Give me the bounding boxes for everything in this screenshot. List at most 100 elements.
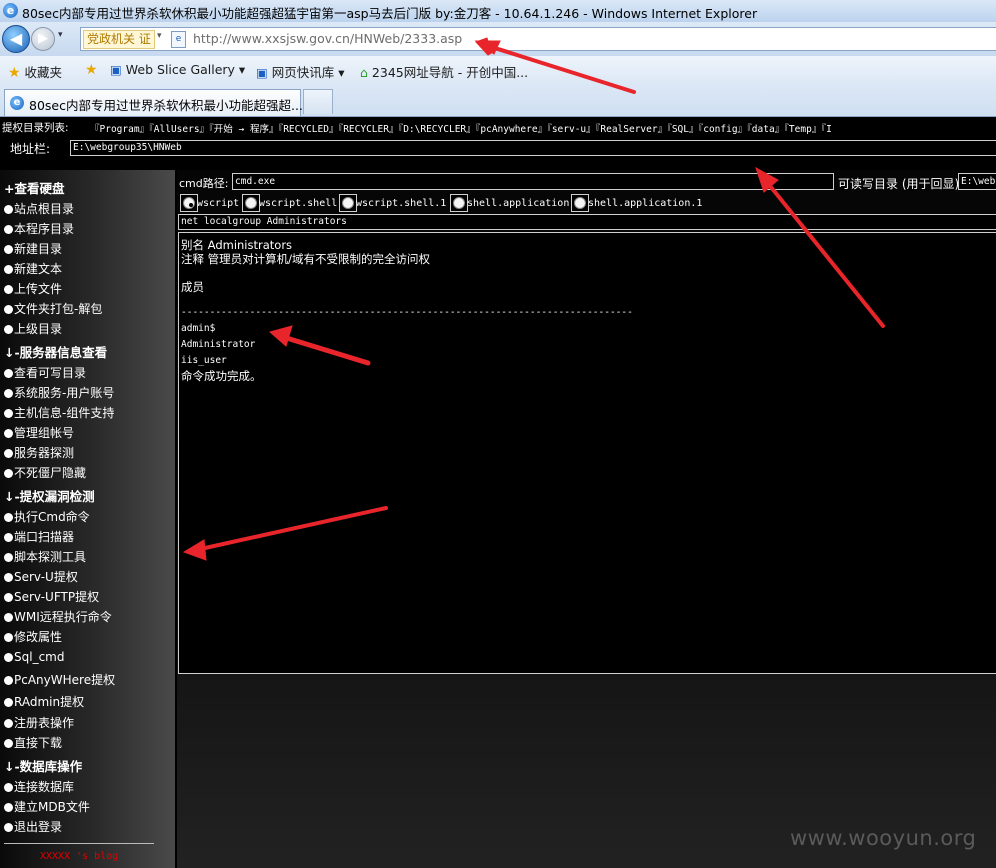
shell-type-radio[interactable] bbox=[242, 194, 260, 212]
sidebar-item-label: Serv-U提权 bbox=[14, 570, 78, 584]
privilege-dir-list: 提权目录列表: 『Program』『AllUsers』『开始 → 程序』『REC… bbox=[0, 117, 996, 135]
history-dropdown-icon[interactable]: ▾ bbox=[58, 30, 63, 40]
section-title: 查看硬盘 bbox=[14, 181, 65, 196]
forward-button[interactable]: ▶ bbox=[31, 27, 55, 51]
favorite-label: Web Slice Gallery ▾ bbox=[125, 62, 246, 77]
sidebar-item-label: 管理组帐号 bbox=[14, 426, 75, 440]
radio-label[interactable]: wscript bbox=[197, 198, 239, 209]
sidebar-item[interactable]: Serv-U提权 bbox=[4, 568, 78, 585]
address-label: 地址栏: bbox=[10, 142, 51, 156]
sidebar-item[interactable]: 系统服务-用户账号 bbox=[4, 384, 114, 401]
sidebar-item[interactable]: 端口扫描器 bbox=[4, 528, 74, 545]
bullet-icon bbox=[4, 633, 13, 642]
add-favorite-icon[interactable]: ★ bbox=[85, 62, 98, 78]
favorite-2345-nav[interactable]: ⌂ 2345网址导航 - 开创中国... bbox=[360, 62, 528, 81]
sidebar-item[interactable]: 执行Cmd命令 bbox=[4, 508, 90, 525]
sidebar-item-label: 建立MDB文件 bbox=[14, 800, 90, 814]
shell-type-radio[interactable] bbox=[180, 194, 198, 212]
sidebar-item-label: Sql_cmd bbox=[14, 650, 65, 664]
sidebar-item[interactable]: 上传文件 bbox=[4, 280, 62, 297]
bullet-icon bbox=[4, 265, 13, 274]
chevron-down-icon[interactable]: ▾ bbox=[157, 31, 162, 41]
window-title: 80sec内部专用过世界杀软休积最小功能超强超猛宇宙第一asp马去后门版 by:… bbox=[22, 6, 758, 21]
sidebar-item[interactable]: 新建目录 bbox=[4, 240, 62, 257]
readwrite-dir-input[interactable]: E:\web bbox=[958, 173, 996, 190]
bullet-icon bbox=[4, 739, 13, 748]
sidebar-item-label: 新建文本 bbox=[14, 262, 63, 276]
command-input[interactable]: net localgroup Administrators bbox=[178, 214, 996, 230]
output-line: 命令成功完成。 bbox=[181, 369, 262, 383]
address-bar[interactable]: 党政机关 证 ▾ e http://www.xxsjsw.gov.cn/HNWe… bbox=[80, 27, 996, 51]
sidebar-item-label: 新建目录 bbox=[14, 242, 63, 256]
sidebar-item[interactable]: 服务器探测 bbox=[4, 444, 74, 461]
bullet-icon bbox=[4, 225, 13, 234]
shell-type-radio[interactable] bbox=[571, 194, 589, 212]
sidebar-item[interactable]: RAdmin提权 bbox=[4, 693, 84, 710]
sidebar-item[interactable]: 建立MDB文件 bbox=[4, 798, 90, 815]
url-text[interactable]: http://www.xxsjsw.gov.cn/HNWeb/2333.asp bbox=[193, 31, 462, 46]
sidebar-item[interactable]: Sql_cmd bbox=[4, 650, 64, 664]
sidebar-item[interactable]: 站点根目录 bbox=[4, 200, 74, 217]
sidebar-item[interactable]: WMI远程执行命令 bbox=[4, 608, 112, 625]
sidebar-item[interactable]: 注册表操作 bbox=[4, 714, 74, 731]
sidebar-item[interactable]: 连接数据库 bbox=[4, 778, 74, 795]
sidebar-item[interactable]: 主机信息-组件支持 bbox=[4, 404, 114, 421]
radio-label[interactable]: shell.application.1 bbox=[588, 198, 702, 209]
sidebar-section-header[interactable]: ↓-服务器信息查看 bbox=[4, 342, 107, 361]
sidebar-item-label: 上级目录 bbox=[14, 322, 63, 336]
sidebar-item-label: 注册表操作 bbox=[14, 716, 75, 730]
favorites-button[interactable]: ★ 收藏夹 bbox=[8, 62, 62, 81]
sidebar-item[interactable]: 直接下载 bbox=[4, 734, 62, 751]
sidebar-item[interactable]: 退出登录 bbox=[4, 818, 62, 835]
radio-label[interactable]: shell.application bbox=[467, 198, 569, 209]
2345-logo-icon: ⌂ bbox=[360, 65, 368, 80]
bullet-icon bbox=[4, 285, 13, 294]
bullet-icon bbox=[4, 533, 13, 542]
shell-type-radio[interactable] bbox=[339, 194, 357, 212]
dir-list-links[interactable]: 『Program』『AllUsers』『开始 → 程序』『RECYCLED』『R… bbox=[90, 121, 832, 135]
sidebar-item[interactable]: PcAnyWHere提权 bbox=[4, 671, 115, 688]
sidebar-section-header[interactable]: ↓-提权漏洞检测 bbox=[4, 486, 95, 505]
sidebar-item[interactable]: 文件夹打包-解包 bbox=[4, 300, 102, 317]
cmd-path-input[interactable]: cmd.exe bbox=[232, 173, 834, 190]
radio-label[interactable]: wscript.shell.1 bbox=[356, 198, 446, 209]
gov-certification-badge[interactable]: 党政机关 证 bbox=[83, 30, 155, 49]
bullet-icon bbox=[4, 245, 13, 254]
bullet-icon bbox=[4, 653, 13, 662]
readwrite-dir-label: 可读写目录 (用于回显) bbox=[838, 177, 960, 191]
tab-current-page[interactable]: e 80sec内部专用过世界杀软休积最小功能超强超... bbox=[4, 89, 303, 116]
radio-label[interactable]: wscript.shell bbox=[259, 198, 337, 209]
sidebar-item-label: 上传文件 bbox=[14, 282, 63, 296]
arrow-down-icon: ↓ bbox=[4, 345, 15, 360]
sidebar-item[interactable]: 修改属性 bbox=[4, 628, 62, 645]
sidebar-item[interactable]: 管理组帐号 bbox=[4, 424, 74, 441]
sidebar-item[interactable]: Serv-UFTP提权 bbox=[4, 588, 99, 605]
sidebar-section-header[interactable]: ↓-数据库操作 bbox=[4, 756, 82, 775]
output-line: 注释 管理员对计算机/域有不受限制的完全访问权 bbox=[181, 252, 431, 266]
favorite-web-feed-library[interactable]: ▣ 网页快讯库 ▾ bbox=[256, 62, 345, 81]
sidebar-section-header[interactable]: +查看硬盘 bbox=[4, 178, 65, 197]
blog-link[interactable]: XXXXX 's blog bbox=[40, 851, 118, 862]
output-line: 成员 bbox=[181, 280, 204, 294]
sidebar-item[interactable]: 本程序目录 bbox=[4, 220, 74, 237]
sidebar-item[interactable]: 新建文本 bbox=[4, 260, 62, 277]
output-line: admin$ bbox=[181, 323, 216, 334]
favorite-web-slice-gallery[interactable]: ▣ Web Slice Gallery ▾ bbox=[110, 62, 245, 77]
address-input[interactable]: E:\webgroup35\HNWeb bbox=[70, 140, 996, 156]
shell-type-radio[interactable] bbox=[450, 194, 468, 212]
sidebar-item[interactable]: 上级目录 bbox=[4, 320, 62, 337]
new-tab-button[interactable] bbox=[303, 89, 333, 114]
bullet-icon bbox=[4, 305, 13, 314]
sidebar-item-label: 直接下载 bbox=[14, 736, 63, 750]
sidebar-item[interactable]: 不死僵尸隐藏 bbox=[4, 464, 86, 481]
back-button[interactable]: ◀ bbox=[2, 25, 30, 53]
page-address-row: 地址栏: E:\webgroup35\HNWeb bbox=[0, 136, 996, 160]
bullet-icon bbox=[4, 719, 13, 728]
sidebar-item[interactable]: 脚本探测工具 bbox=[4, 548, 86, 565]
bullet-icon bbox=[4, 613, 13, 622]
bullet-icon bbox=[4, 593, 13, 602]
sidebar-item-label: 退出登录 bbox=[14, 820, 63, 834]
section-title: -数据库操作 bbox=[14, 759, 83, 774]
favorite-label: 2345网址导航 - 开创中国... bbox=[371, 65, 529, 80]
sidebar-item[interactable]: 查看可写目录 bbox=[4, 364, 86, 381]
